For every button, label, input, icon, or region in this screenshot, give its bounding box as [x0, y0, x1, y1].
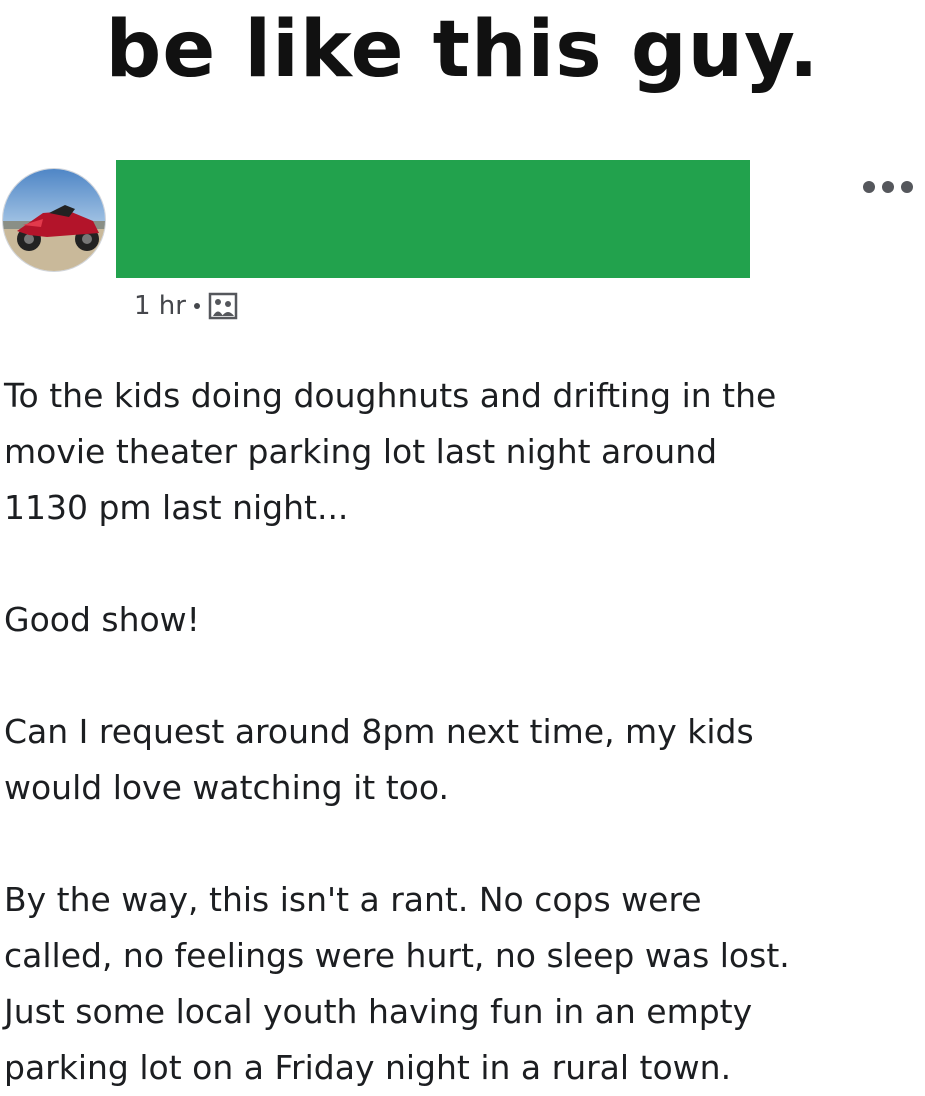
- motorcycle-photo-icon: [3, 169, 105, 271]
- more-options-icon[interactable]: [863, 172, 913, 202]
- avatar[interactable]: [2, 168, 106, 272]
- meme-caption: be like this guy.: [105, 5, 820, 95]
- post-paragraph: To the kids doing doughnuts and drifting…: [4, 376, 777, 527]
- post-paragraph: Can I request around 8pm next time, my k…: [4, 712, 754, 807]
- post-paragraph: Good show!: [4, 600, 200, 639]
- public-photo-icon[interactable]: [208, 292, 238, 320]
- post-text: To the kids doing doughnuts and drifting…: [4, 368, 922, 1096]
- separator-dot: [193, 303, 200, 309]
- post-header: 1 hr: [0, 150, 925, 330]
- author-name-redaction: [116, 160, 750, 278]
- post-timestamp[interactable]: 1 hr: [134, 291, 186, 321]
- post-meta: 1 hr: [134, 286, 238, 326]
- post-paragraph: By the way, this isn't a rant. No cops w…: [4, 880, 790, 1087]
